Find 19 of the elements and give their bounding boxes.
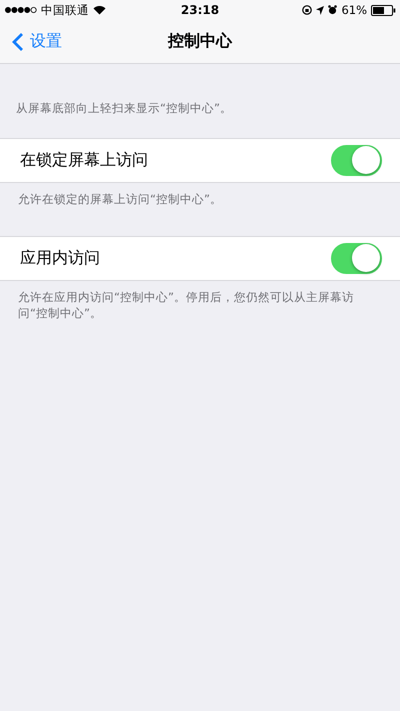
- battery-percent: 61%: [341, 3, 367, 17]
- alarm-clock-icon: [328, 5, 338, 15]
- toggle-switch[interactable]: [331, 145, 382, 176]
- setting-description: 允许在应用内访问“控制中心”。停用后，您仍然可以从主屏幕访问“控制中心”。: [17, 289, 355, 322]
- battery-icon: [371, 4, 396, 16]
- back-button[interactable]: 设置: [0, 31, 62, 52]
- status-time: 23:18: [180, 3, 220, 17]
- setting-label: 应用内访问: [20, 248, 100, 269]
- nav-title: 控制中心: [168, 31, 232, 52]
- setting-label: 在锁定屏幕上访问: [20, 150, 148, 171]
- section-description: 从屏幕底部向上轻扫来显示“控制中心”。: [15, 100, 233, 117]
- rotation-lock-icon: [302, 5, 312, 15]
- carrier-name: 中国联通: [41, 2, 89, 18]
- signal-icon: [5, 7, 37, 13]
- wifi-icon: [93, 5, 106, 15]
- toggle-switch[interactable]: [331, 243, 382, 274]
- setting-description: 允许在锁定的屏幕上访问“控制中心”。: [17, 191, 223, 208]
- chevron-left-icon: [12, 32, 24, 52]
- location-arrow-icon: [316, 6, 324, 14]
